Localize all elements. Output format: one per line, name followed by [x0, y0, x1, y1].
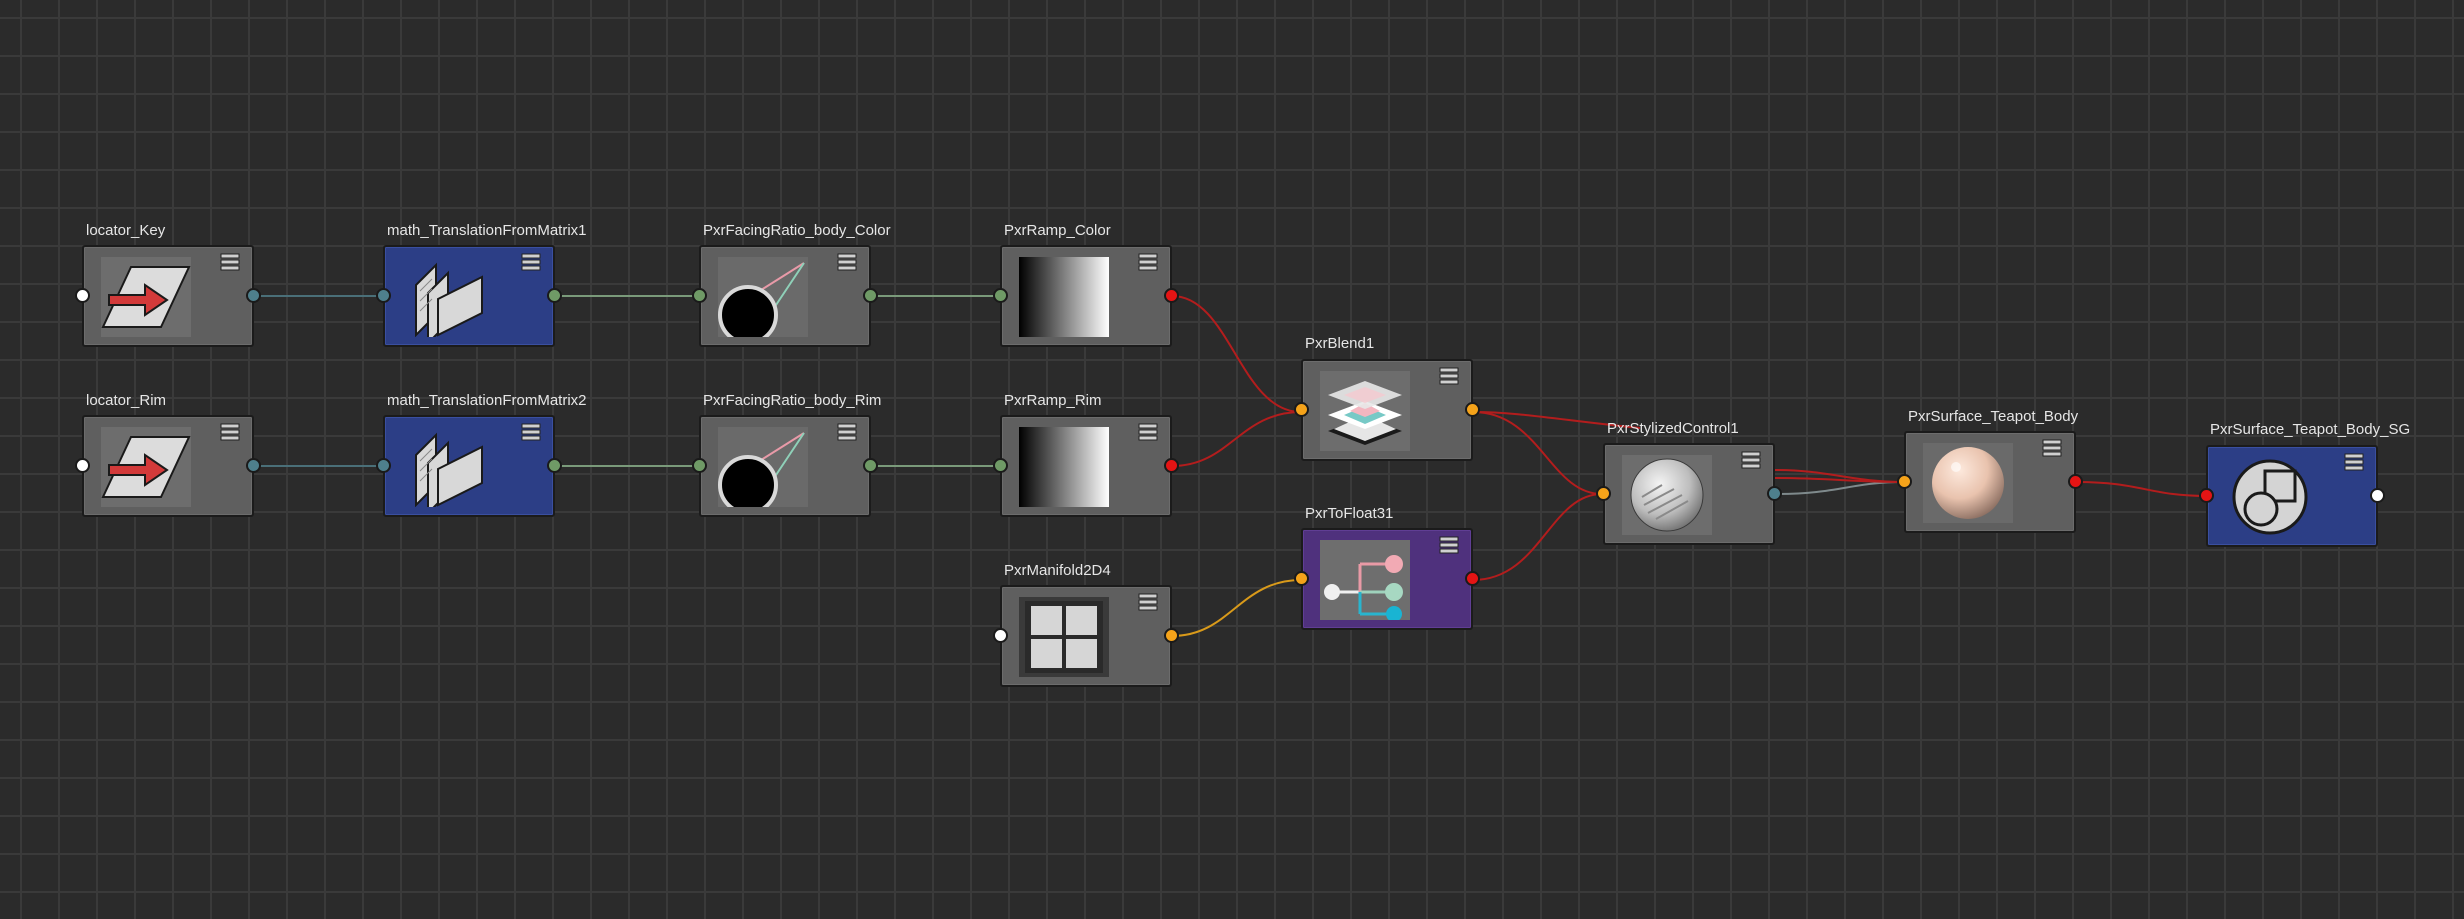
input-port[interactable] — [75, 458, 90, 473]
matrix-layers-icon — [402, 257, 492, 337]
node-ramp-rim[interactable] — [993, 415, 1179, 517]
input-port[interactable] — [376, 288, 391, 303]
node-facing-ratio-rim[interactable] — [692, 415, 878, 517]
input-port[interactable] — [2199, 488, 2214, 503]
output-port[interactable] — [863, 458, 878, 473]
node-surface-body[interactable] — [1897, 431, 2083, 533]
node-facing-ratio-color[interactable] — [692, 245, 878, 347]
node-menu-icon[interactable] — [521, 253, 541, 271]
node-locator-key[interactable] — [75, 245, 261, 347]
ramp-gradient-icon — [1019, 257, 1109, 337]
input-port[interactable] — [1897, 474, 1912, 489]
blend-layers-icon — [1320, 371, 1410, 451]
node-to-float[interactable] — [1294, 528, 1480, 630]
node-menu-icon[interactable] — [521, 423, 541, 441]
output-port[interactable] — [1465, 402, 1480, 417]
node-locator-rim[interactable] — [75, 415, 261, 517]
locator-icon — [101, 257, 191, 337]
skin-sphere-icon — [1923, 443, 2013, 523]
output-port[interactable] — [2068, 474, 2083, 489]
input-port[interactable] — [692, 458, 707, 473]
node-menu-icon[interactable] — [837, 253, 857, 271]
node-label-locator-key: locator_Key — [86, 222, 166, 239]
node-menu-icon[interactable] — [1439, 367, 1459, 385]
node-math-translation-2[interactable] — [376, 415, 562, 517]
node-menu-icon[interactable] — [2042, 439, 2062, 457]
ramp-gradient-icon — [1019, 427, 1109, 507]
node-menu-icon[interactable] — [220, 423, 240, 441]
output-port[interactable] — [1164, 288, 1179, 303]
wire-ramp-color-to-blend — [1171, 295, 1302, 413]
stylized-sphere-icon — [1622, 455, 1712, 535]
node-menu-icon[interactable] — [1439, 536, 1459, 554]
output-port[interactable] — [1767, 486, 1782, 501]
node-label-surface-body: PxrSurface_Teapot_Body — [1908, 408, 2079, 425]
output-port[interactable] — [547, 288, 562, 303]
output-port[interactable] — [547, 458, 562, 473]
wire-stylized-red2-to-surface — [1774, 477, 1905, 483]
facing-ratio-icon — [718, 257, 808, 337]
node-menu-icon[interactable] — [837, 423, 857, 441]
node-label-math-translation-2: math_TranslationFromMatrix2 — [387, 392, 587, 409]
wire-blend-to-stylized-b — [1472, 411, 1603, 495]
node-label-locator-rim: locator_Rim — [86, 392, 167, 409]
wire-ramp-rim-to-blend — [1171, 411, 1302, 467]
input-port[interactable] — [692, 288, 707, 303]
matrix-layers-icon — [402, 427, 492, 507]
input-port[interactable] — [993, 288, 1008, 303]
node-stylized-control[interactable] — [1596, 443, 1782, 545]
wire-tofloat-to-stylized — [1472, 493, 1603, 581]
shading-group-icon — [2225, 457, 2315, 537]
manifold-grid-icon — [1019, 597, 1109, 677]
node-label-manifold: PxrManifold2D4 — [1004, 562, 1111, 579]
node-graph-canvas[interactable]: locator_Key math_TranslationFromMatrix1 — [0, 0, 2464, 919]
node-label-facing-ratio-color: PxrFacingRatio_body_Color — [703, 222, 891, 239]
node-menu-icon[interactable] — [1138, 423, 1158, 441]
wire-stylized-red-to-surface — [1774, 469, 1905, 483]
facing-ratio-icon — [718, 427, 808, 507]
output-port[interactable] — [1164, 628, 1179, 643]
node-menu-icon[interactable] — [1741, 451, 1761, 469]
node-label-to-float: PxrToFloat31 — [1305, 505, 1394, 522]
input-port[interactable] — [993, 458, 1008, 473]
input-port[interactable] — [1596, 486, 1611, 501]
output-port[interactable] — [246, 458, 261, 473]
output-port[interactable] — [1164, 458, 1179, 473]
node-label-math-translation-1: math_TranslationFromMatrix1 — [387, 222, 587, 239]
input-port[interactable] — [75, 288, 90, 303]
node-label-ramp-rim: PxrRamp_Rim — [1004, 392, 1102, 409]
node-menu-icon[interactable] — [1138, 253, 1158, 271]
node-ramp-color[interactable] — [993, 245, 1179, 347]
node-menu-icon[interactable] — [2344, 453, 2364, 471]
locator-icon — [101, 427, 191, 507]
input-port[interactable] — [376, 458, 391, 473]
node-label-facing-ratio-rim: PxrFacingRatio_body_Rim — [703, 392, 882, 409]
input-port[interactable] — [1294, 402, 1309, 417]
node-label-stylized-control: PxrStylizedControl1 — [1607, 420, 1739, 437]
output-port[interactable] — [2370, 488, 2385, 503]
node-surface-body-sg[interactable] — [2199, 445, 2385, 547]
wire-manifold-to-tofloat — [1171, 579, 1302, 637]
node-label-blend: PxrBlend1 — [1305, 335, 1375, 352]
node-math-translation-1[interactable] — [376, 245, 562, 347]
node-menu-icon[interactable] — [220, 253, 240, 271]
node-manifold[interactable] — [993, 585, 1179, 687]
node-menu-icon[interactable] — [1138, 593, 1158, 611]
output-port[interactable] — [246, 288, 261, 303]
output-port[interactable] — [1465, 571, 1480, 586]
node-label-ramp-color: PxrRamp_Color — [1004, 222, 1111, 239]
node-blend[interactable] — [1294, 359, 1480, 461]
input-port[interactable] — [993, 628, 1008, 643]
wire-surface-to-sg — [2076, 481, 2207, 497]
wire-stylized-to-surface — [1774, 481, 1905, 495]
output-port[interactable] — [863, 288, 878, 303]
input-port[interactable] — [1294, 571, 1309, 586]
node-label-surface-body-sg: PxrSurface_Teapot_Body_SG — [2210, 421, 2411, 438]
to-float-tree-icon — [1320, 540, 1410, 620]
connection-wires — [255, 295, 2207, 637]
